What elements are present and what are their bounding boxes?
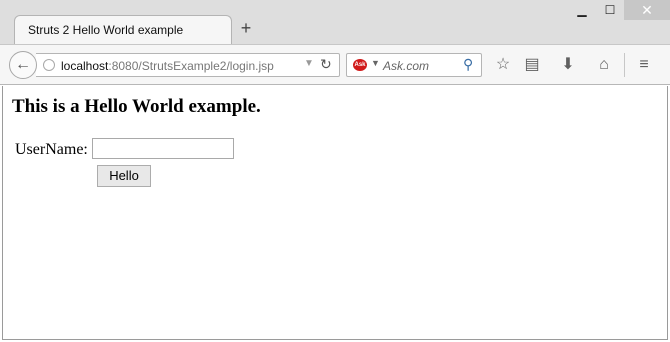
reading-list-icon[interactable]: ▤ xyxy=(522,55,542,75)
close-window-button[interactable]: ✕ xyxy=(624,0,670,20)
ask-engine-icon[interactable]: Ask xyxy=(353,59,367,71)
hello-submit-button[interactable]: Hello xyxy=(97,165,151,187)
back-button[interactable]: ← xyxy=(9,51,37,79)
tab-active[interactable]: Struts 2 Hello World example xyxy=(14,15,232,45)
tab-title: Struts 2 Hello World example xyxy=(28,23,184,37)
home-icon[interactable]: ⌂ xyxy=(594,55,614,75)
maximize-button[interactable]: ☐ xyxy=(596,0,624,20)
url-path: :8080/StrutsExample2/login.jsp xyxy=(108,59,274,73)
page-heading: This is a Hello World example. xyxy=(12,96,261,117)
back-arrow-icon: ← xyxy=(15,56,31,73)
reload-icon[interactable]: ↻ xyxy=(320,56,332,73)
url-bar[interactable]: localhost:8080/StrutsExample2/login.jsp … xyxy=(36,53,340,77)
username-label: UserName: xyxy=(15,141,88,158)
site-identity-icon[interactable] xyxy=(43,59,55,71)
title-bar: Struts 2 Hello World example + ▁ ☐ ✕ xyxy=(0,0,670,45)
page-content: This is a Hello World example. UserName:… xyxy=(2,86,668,340)
search-engine-dropdown-icon[interactable]: ▼ xyxy=(371,58,380,68)
download-icon[interactable]: ⬇ xyxy=(558,55,578,75)
menu-icon[interactable]: ≡ xyxy=(634,55,654,75)
url-text[interactable]: localhost:8080/StrutsExample2/login.jsp xyxy=(61,59,274,73)
search-input[interactable]: Ask.com xyxy=(383,59,429,73)
url-history-dropdown-icon[interactable]: ▼ xyxy=(304,58,314,69)
search-icon[interactable]: ⚲ xyxy=(463,56,473,73)
url-host: localhost xyxy=(61,59,109,73)
toolbar-separator xyxy=(624,53,625,77)
search-bar[interactable]: Ask ▼ Ask.com ⚲ xyxy=(346,53,482,77)
navigation-toolbar: localhost:8080/StrutsExample2/login.jsp … xyxy=(0,44,670,85)
username-input[interactable] xyxy=(92,138,234,159)
new-tab-button[interactable]: + xyxy=(238,19,254,37)
bookmark-star-icon[interactable]: ☆ xyxy=(493,55,513,75)
minimize-button[interactable]: ▁ xyxy=(568,0,596,20)
